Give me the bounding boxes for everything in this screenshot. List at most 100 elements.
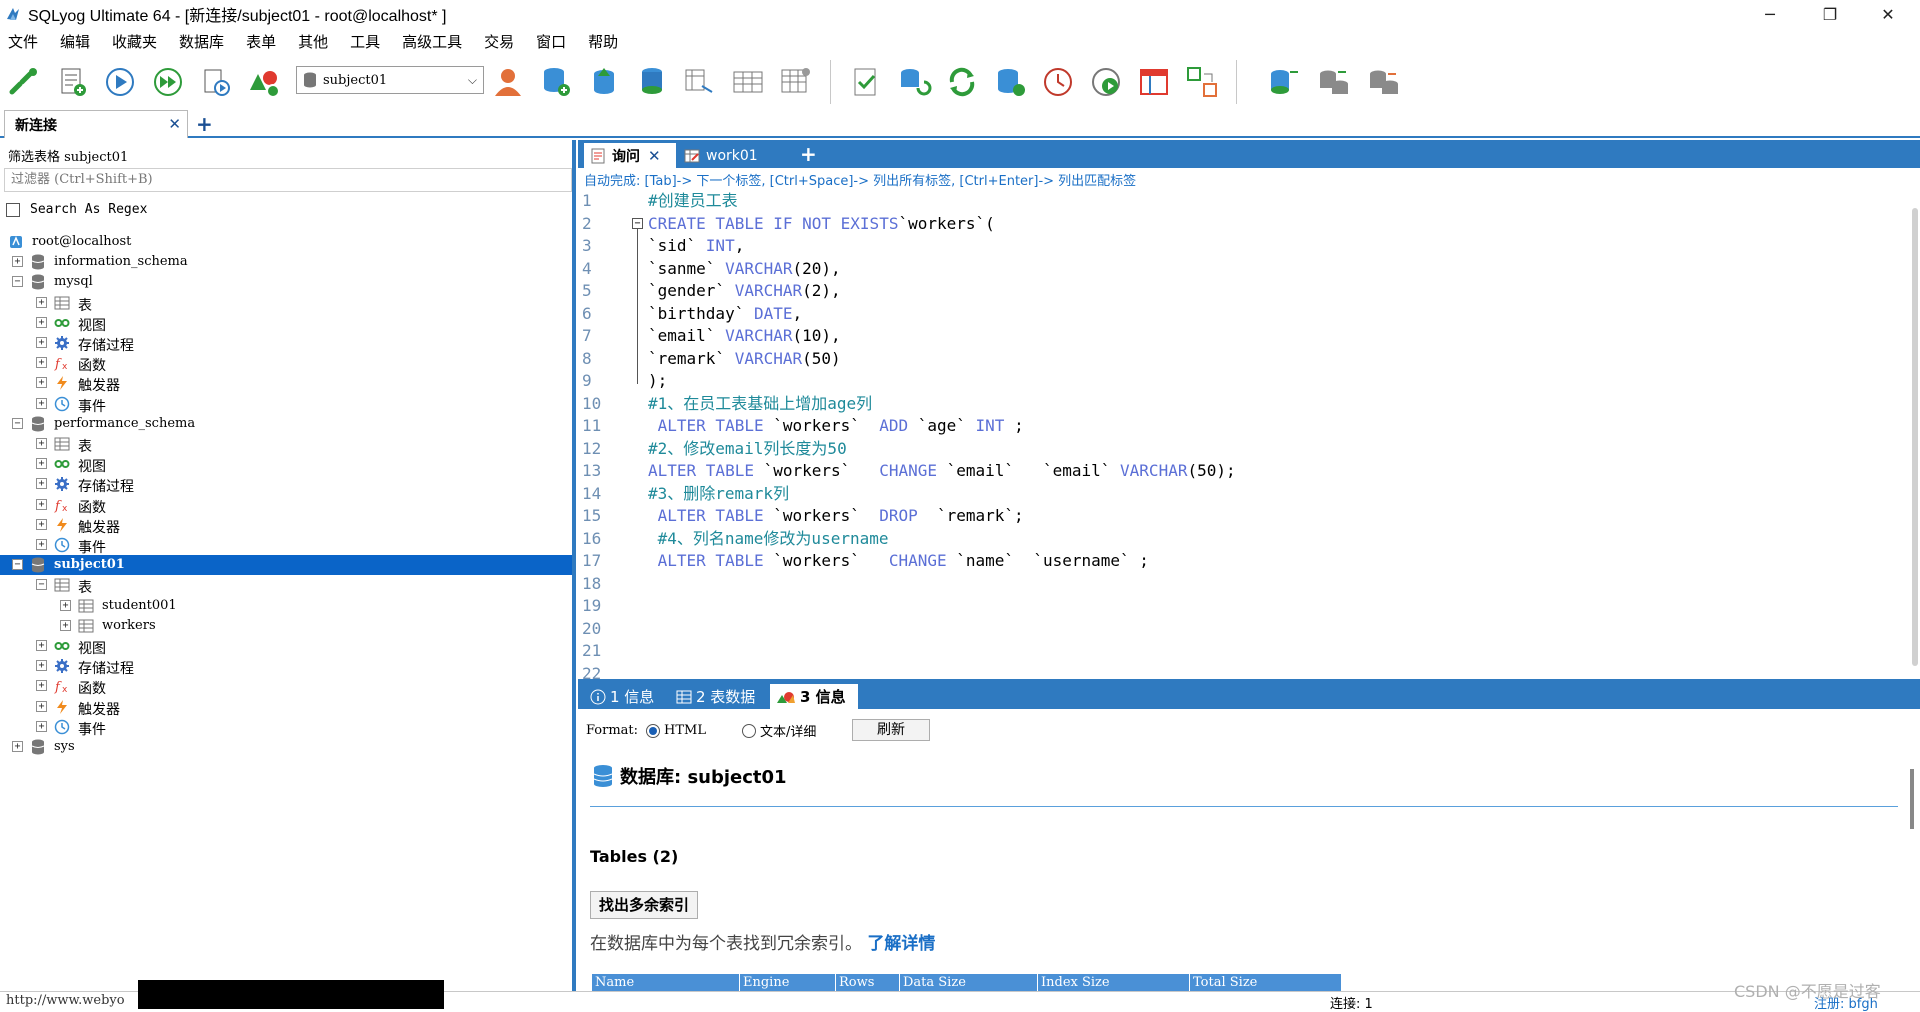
expand-icon[interactable]: + [36,660,47,672]
expand-icon[interactable]: + [36,478,47,490]
column-header-index-size[interactable]: Index Size [1038,974,1190,991]
tree-node[interactable]: + 视图 [0,454,572,475]
run-job-button[interactable] [1088,64,1124,100]
format-html-radio[interactable] [646,723,661,738]
connect-button[interactable] [6,64,42,100]
result-scrollbar[interactable] [1910,769,1914,829]
code-line[interactable]: 12 #2、修改email列长度为50 [578,438,1898,460]
add-query-tab-button[interactable]: + [800,142,817,166]
expand-icon[interactable]: + [36,700,47,712]
close-icon[interactable]: ✕ [168,115,181,133]
restore-button[interactable]: ❐ [1802,0,1858,28]
expand-icon[interactable]: + [36,518,47,530]
column-header-total-size[interactable]: Total Size [1190,974,1342,991]
column-header-name[interactable]: Name [592,974,740,991]
filter-input[interactable]: 过滤器 (Ctrl+Shift+B) [4,168,572,192]
column-header-engine[interactable]: Engine [740,974,836,991]
expand-icon[interactable]: + [36,397,47,409]
table-settings-button[interactable] [778,64,814,100]
tab-info[interactable]: 3 信息 [770,684,858,709]
tree-node[interactable]: + 触发器 [0,373,572,394]
tree-node[interactable]: + 存储过程 [0,333,572,354]
tree-node[interactable]: + 存储过程 [0,656,572,677]
expand-icon[interactable]: + [36,640,47,651]
code-line[interactable]: 3 `sid` INT, [578,235,1898,257]
add-connection-tab-button[interactable]: + [196,112,213,136]
refresh-button[interactable] [944,64,980,100]
menu-powertools[interactable]: 高级工具 [402,31,462,52]
code-line[interactable]: 6 `birthday` DATE, [578,303,1898,325]
expand-icon[interactable]: + [36,539,47,550]
menu-others[interactable]: 其他 [298,31,328,52]
expand-icon[interactable]: + [36,296,47,308]
expand-icon[interactable]: + [36,357,47,369]
tree-node[interactable]: + 表 [0,293,572,314]
expand-icon[interactable]: + [36,458,47,470]
execute-all-button[interactable] [150,64,186,100]
code-line[interactable]: 10 #1、在员工表基础上增加age列 [578,393,1898,415]
schema-designer-button[interactable] [682,64,718,100]
database-select[interactable]: subject01 ⌵ [296,66,484,94]
expand-icon[interactable]: + [36,316,47,328]
code-line[interactable]: 19 [578,595,1898,617]
regex-option[interactable]: Search As Regex [6,202,147,217]
editor-scrollbar[interactable] [1912,208,1918,666]
sync-database-button[interactable] [896,64,932,100]
tab-work01[interactable]: work01 [678,143,758,168]
expand-icon[interactable]: + [12,256,23,268]
expand-icon[interactable]: + [36,680,47,692]
code-line[interactable]: 16 #4、列名name修改为username [578,528,1898,550]
expand-icon[interactable]: + [36,720,47,732]
tree-node[interactable]: root@localhost [0,232,572,252]
database-export-button[interactable] [992,64,1028,100]
database-sync-gray-button[interactable] [1316,64,1352,100]
menu-edit[interactable]: 编辑 [60,31,90,52]
tab-messages[interactable]: 1 信息 [584,684,654,709]
code-line[interactable]: 14 #3、删除remark列 [578,483,1898,505]
regex-checkbox[interactable] [6,202,20,217]
new-query-button[interactable] [54,64,90,100]
tree-node[interactable]: − mysql [0,272,572,292]
tree-node[interactable]: + 触发器 [0,697,572,718]
code-line[interactable]: 18 [578,573,1898,595]
database-copy-button[interactable] [1266,64,1302,100]
user-manager-button[interactable] [490,64,526,100]
tree-node[interactable]: + 事件 [0,394,572,415]
fold-collapse-icon[interactable]: − [632,217,643,229]
tree-node[interactable]: + student001 [0,596,572,616]
check-button[interactable] [848,64,884,100]
expand-icon[interactable]: + [60,599,71,611]
create-database-button[interactable] [538,64,574,100]
tree-node[interactable]: − performance_schema [0,414,572,434]
expand-icon[interactable]: + [36,337,47,348]
tree-node[interactable]: + 视图 [0,313,572,334]
code-line[interactable]: 13 ALTER TABLE `workers` CHANGE `email` `… [578,460,1898,482]
execute-query-button[interactable] [102,64,138,100]
code-line[interactable]: 17 ALTER TABLE `workers` CHANGE `name` `… [578,550,1898,572]
code-line[interactable]: 20 [578,618,1898,640]
tree-node[interactable]: + 存储过程 [0,474,572,495]
code-line[interactable]: 2 − CREATE TABLE IF NOT EXISTS`workers`( [578,213,1898,235]
execute-edit-button[interactable] [198,64,234,100]
column-header-data-size[interactable]: Data Size [900,974,1038,991]
code-line[interactable]: 1 #创建员工表 [578,190,1898,212]
status-url[interactable]: http://www.webyo [6,993,125,1008]
menu-file[interactable]: 文件 [8,31,38,52]
expand-icon[interactable]: + [36,438,47,449]
code-line[interactable]: 4 `sanme` VARCHAR(20), [578,258,1898,280]
tree-node[interactable]: + sys [0,737,572,757]
learn-more-link[interactable]: 了解详情 [867,934,935,954]
tree-node[interactable]: + 事件 [0,717,572,738]
minimize-button[interactable]: ─ [1742,0,1798,28]
tree-node[interactable]: + 视图 [0,636,572,657]
refresh-info-button[interactable]: 刷新 [852,719,930,741]
tree-node[interactable]: + f x 函数 [0,353,572,374]
tree-node[interactable]: − 表 [0,575,572,596]
tree-node[interactable]: + 触发器 [0,515,572,536]
tree-node[interactable]: + 事件 [0,535,572,556]
database-migrate-button[interactable] [1366,64,1402,100]
tree-node[interactable]: + 表 [0,434,572,455]
scheduler-button[interactable] [1040,64,1076,100]
code-line[interactable]: 9); [578,370,1898,392]
shapes-button[interactable] [246,64,282,100]
